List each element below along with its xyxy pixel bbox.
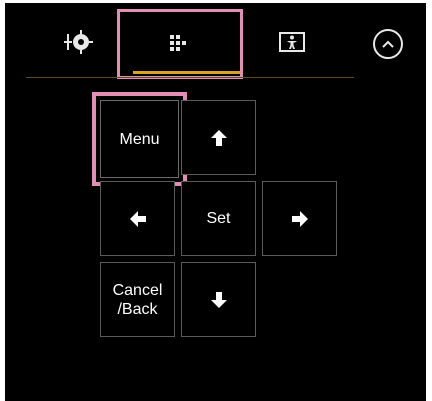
collapse-button[interactable]: [373, 29, 403, 59]
grid-dots-icon: [170, 35, 186, 51]
menu-button-label: Menu: [119, 130, 160, 148]
target-icon: [64, 30, 93, 54]
down-arrow-button[interactable]: [181, 262, 256, 337]
tab-camera[interactable]: [43, 6, 115, 78]
right-arrow-icon: [291, 210, 308, 227]
cancel-back-button[interactable]: Cancel /Back: [100, 262, 175, 337]
tab-person-frame[interactable]: [257, 6, 327, 78]
active-tab-indicator: [133, 71, 240, 74]
right-arrow-button[interactable]: [262, 181, 337, 256]
set-button-label: Set: [206, 210, 231, 227]
chevron-up-icon: [382, 40, 394, 48]
person-frame-icon: [279, 32, 305, 52]
left-arrow-button[interactable]: [100, 181, 175, 256]
set-button[interactable]: Set: [181, 181, 256, 256]
up-arrow-button[interactable]: [181, 100, 256, 175]
left-arrow-icon: [129, 210, 146, 227]
menu-button[interactable]: Menu: [92, 92, 187, 186]
down-arrow-icon: [210, 291, 227, 308]
cancel-back-label: Cancel /Back: [112, 281, 163, 318]
tab-divider: [26, 77, 354, 78]
up-arrow-icon: [210, 129, 227, 146]
tab-menu-control[interactable]: [117, 9, 243, 79]
remote-control-panel: Menu Set Cancel /Back: [5, 3, 426, 401]
